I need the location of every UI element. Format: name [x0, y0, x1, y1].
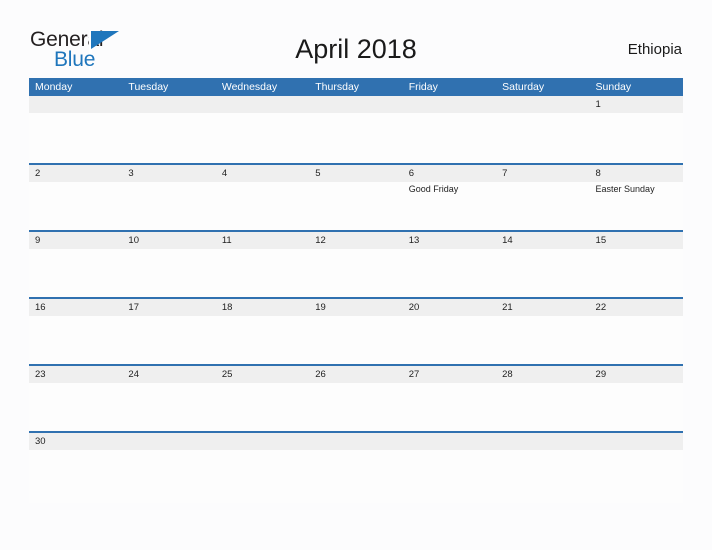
day-cell[interactable]: 20 — [403, 299, 496, 364]
day-number: 15 — [595, 235, 607, 246]
day-number: 12 — [315, 235, 326, 246]
page-title: April 2018 — [295, 34, 417, 64]
dow-saturday: Saturday — [502, 81, 545, 93]
day-number: 27 — [408, 369, 420, 380]
day-cell[interactable] — [403, 433, 496, 503]
day-number: 5 — [315, 168, 321, 179]
day-cell[interactable] — [496, 96, 589, 163]
day-cell[interactable]: 17 — [122, 299, 215, 364]
day-cell[interactable] — [309, 96, 402, 163]
day-number: 21 — [502, 302, 513, 313]
day-number: 29 — [595, 369, 607, 380]
day-number: 22 — [595, 302, 607, 313]
day-number: 20 — [408, 302, 420, 313]
dow-friday: Friday — [408, 81, 438, 93]
week-row: 1 — [29, 96, 683, 163]
day-cell[interactable]: 11 — [216, 232, 309, 297]
week-row: 23 24 25 26 27 28 29 — [29, 364, 683, 431]
day-cell[interactable]: 4 — [216, 165, 309, 230]
day-number: 16 — [35, 302, 46, 313]
dow-monday: Monday — [35, 81, 73, 93]
day-number: 19 — [315, 302, 326, 313]
day-number: 17 — [128, 302, 139, 313]
day-cell[interactable]: 15 — [590, 232, 683, 297]
day-event: Good Friday — [408, 184, 459, 194]
day-cell[interactable] — [29, 96, 122, 163]
day-cell[interactable]: 28 — [496, 366, 589, 431]
day-cell[interactable] — [403, 96, 496, 163]
day-number: 4 — [221, 168, 228, 179]
day-number: 8 — [595, 168, 601, 179]
day-number: 26 — [315, 369, 326, 380]
day-number: 24 — [128, 369, 139, 380]
day-number: 2 — [35, 168, 41, 179]
day-number: 1 — [595, 99, 601, 110]
day-cell[interactable]: 12 — [309, 232, 402, 297]
day-number: 18 — [221, 302, 233, 313]
day-number: 30 — [35, 436, 46, 447]
day-cell[interactable]: 10 — [122, 232, 215, 297]
dow-tuesday: Tuesday — [128, 81, 169, 93]
day-number: 6 — [408, 168, 414, 179]
week-row: 9 10 11 12 13 14 15 — [29, 230, 683, 297]
dow-thursday: Thursday — [315, 81, 360, 93]
day-number: 11 — [221, 235, 232, 246]
day-cell[interactable]: 14 — [496, 232, 589, 297]
day-cell[interactable] — [216, 96, 309, 163]
day-cell[interactable]: 16 — [29, 299, 122, 364]
day-cell[interactable]: 5 — [309, 165, 402, 230]
day-cell[interactable]: 29 — [590, 366, 683, 431]
day-cell[interactable] — [496, 433, 589, 503]
day-cell[interactable]: 26 — [309, 366, 402, 431]
day-number: 14 — [502, 235, 513, 246]
day-cell[interactable]: 30 — [29, 433, 122, 503]
week-row: 16 17 18 19 20 21 22 — [29, 297, 683, 364]
day-cell[interactable]: 23 — [29, 366, 122, 431]
day-cell[interactable]: 3 — [122, 165, 215, 230]
day-cell[interactable] — [122, 96, 215, 163]
day-cell[interactable] — [590, 433, 683, 503]
day-cell[interactable]: 6 Good Friday — [403, 165, 496, 230]
page-header: General Blue April 2018 Ethiopia — [0, 0, 712, 76]
day-cell[interactable]: 25 — [216, 366, 309, 431]
dow-wednesday: Wednesday — [221, 81, 278, 93]
week-row: 30 — [29, 431, 683, 503]
dow-sunday: Sunday — [595, 81, 632, 93]
day-cell[interactable]: 2 — [29, 165, 122, 230]
day-cell[interactable]: 27 — [403, 366, 496, 431]
day-number: 13 — [408, 235, 420, 246]
day-number: 10 — [128, 235, 139, 246]
day-cell[interactable]: 22 — [590, 299, 683, 364]
week-row: 2 3 4 5 6 Good Friday 7 8 Easter Sunday — [29, 163, 683, 230]
day-cell[interactable]: 1 — [590, 96, 683, 163]
day-number: 23 — [35, 369, 46, 380]
day-of-week-header: Monday Tuesday Wednesday Thursday Friday… — [29, 78, 683, 96]
day-number: 3 — [128, 168, 134, 179]
day-cell[interactable]: 7 — [496, 165, 589, 230]
country-label: Ethiopia — [627, 41, 682, 58]
day-cell[interactable]: 8 Easter Sunday — [590, 165, 683, 230]
day-number: 28 — [502, 369, 513, 380]
day-cell[interactable]: 9 — [29, 232, 122, 297]
day-cell[interactable]: 21 — [496, 299, 589, 364]
day-number: 7 — [502, 168, 508, 179]
day-number: 9 — [35, 235, 41, 246]
day-number: 25 — [221, 369, 233, 380]
day-cell[interactable] — [309, 433, 402, 503]
day-cell[interactable]: 18 — [216, 299, 309, 364]
day-cell[interactable] — [122, 433, 215, 503]
calendar-grid: Monday Tuesday Wednesday Thursday Friday… — [29, 78, 683, 503]
day-cell[interactable] — [216, 433, 309, 503]
calendar-page: General Blue April 2018 Ethiopia Monday … — [0, 0, 712, 550]
day-cell[interactable]: 13 — [403, 232, 496, 297]
day-cell[interactable]: 24 — [122, 366, 215, 431]
day-cell[interactable]: 19 — [309, 299, 402, 364]
day-event: Easter Sunday — [595, 184, 655, 194]
